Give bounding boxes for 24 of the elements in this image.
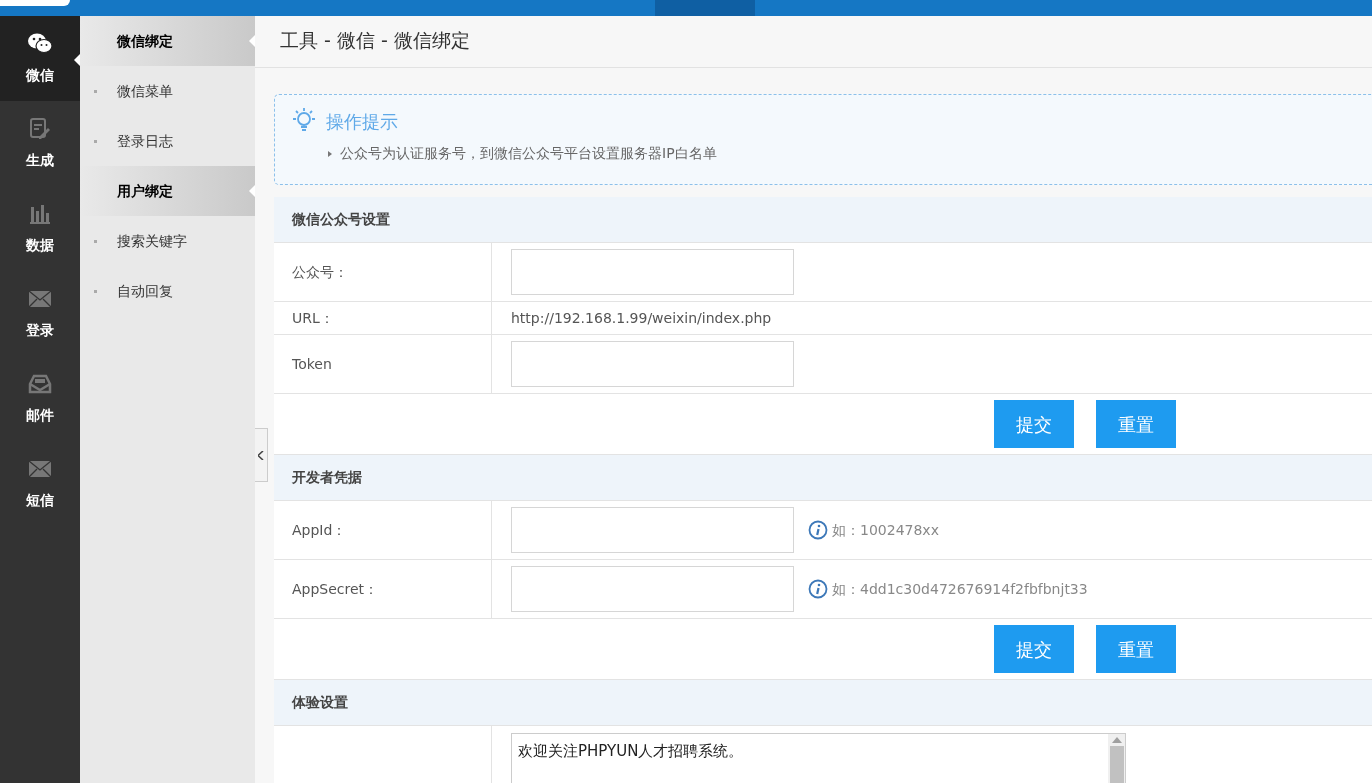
- submenu-item[interactable]: 微信菜单: [80, 66, 255, 116]
- section-title: 开发者凭据: [292, 468, 362, 487]
- field-label: AppSecret：: [292, 579, 379, 599]
- submenu-item[interactable]: 登录日志: [80, 116, 255, 166]
- section-title: 微信公众号设置: [292, 210, 390, 229]
- section-title: 体验设置: [292, 693, 348, 712]
- field-label: Token: [292, 354, 332, 374]
- field-label: AppId：: [292, 520, 347, 540]
- hint-text: 如：1002478xx: [832, 520, 939, 540]
- hint-text: 如：4dd1c30d472676914f2fbfbnjt33: [832, 579, 1088, 599]
- tip-text: 公众号为认证服务号，到微信公众号平台设置服务器IP白名单: [340, 144, 717, 163]
- nav-item[interactable]: 登录: [0, 271, 80, 356]
- submenu-item[interactable]: 搜索关键字: [80, 216, 255, 266]
- nav-item[interactable]: 微信: [0, 16, 80, 101]
- field-label: URL：: [292, 308, 334, 328]
- nav-item[interactable]: 生成: [0, 101, 80, 186]
- url-text: http://192.168.1.99/weixin/index.php: [511, 308, 772, 328]
- nav-item[interactable]: 邮件: [0, 356, 80, 441]
- tip-title: 操作提示: [326, 109, 398, 134]
- field-label: 公众号：: [292, 262, 348, 282]
- nav-item[interactable]: 数据: [0, 186, 80, 271]
- nav-item[interactable]: 短信: [0, 441, 80, 526]
- breadcrumb: 工具 - 微信 - 微信绑定: [280, 29, 470, 51]
- submenu-item[interactable]: 自动回复: [80, 266, 255, 316]
